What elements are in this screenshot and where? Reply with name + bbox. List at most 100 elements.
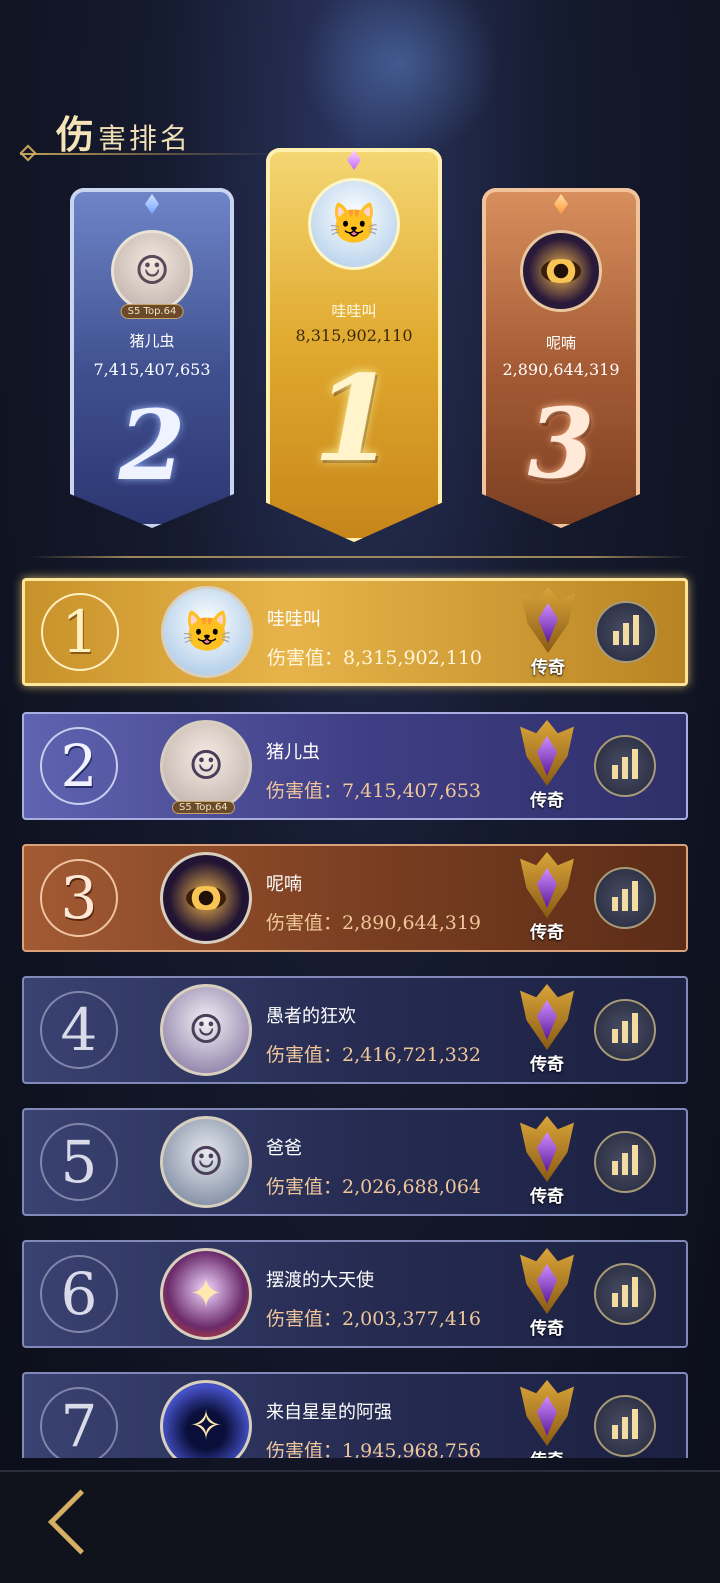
bar-chart-icon bbox=[612, 1029, 618, 1043]
bar-chart-icon-bar bbox=[632, 881, 638, 911]
avatar[interactable]: 😺 bbox=[161, 586, 253, 678]
bar-chart-icon-bar bbox=[632, 749, 638, 779]
bar-chart-icon bbox=[612, 897, 618, 911]
rank-number: 7 bbox=[40, 1387, 118, 1458]
bar-chart-icon-bar bbox=[632, 1409, 638, 1439]
girl-avatar-icon: ☺ bbox=[188, 743, 224, 789]
damage-value: 伤害值：2,003,377,416 bbox=[266, 1304, 481, 1331]
damage-value: 伤害值：2,890,644,319 bbox=[266, 908, 481, 935]
player-name: 愚者的狂欢 bbox=[266, 1006, 356, 1027]
legend-badge: 传奇 bbox=[516, 852, 578, 948]
legend-badge: 传奇 bbox=[516, 1116, 578, 1212]
season-tag: S5 Top.64 bbox=[172, 801, 235, 814]
player-name: 哇哇叫 bbox=[267, 609, 321, 630]
stats-button[interactable] bbox=[594, 999, 656, 1061]
avatar[interactable]: ✦ bbox=[160, 1248, 252, 1340]
list-item[interactable]: 5 ☺ 爸爸 伤害值：2,026,688,064 传奇 bbox=[22, 1108, 688, 1216]
player-name: 来自星星的阿强 bbox=[266, 1402, 392, 1423]
legend-emblem-icon bbox=[520, 984, 574, 1050]
bar-chart-icon-bar bbox=[623, 623, 629, 645]
damage-number: 8,315,902,110 bbox=[343, 647, 483, 669]
bar-chart-icon-bar bbox=[622, 757, 628, 779]
stats-button[interactable] bbox=[594, 867, 656, 929]
rank-number: 3 bbox=[40, 859, 118, 937]
silver-hair-avatar-icon: ☺ bbox=[188, 1007, 224, 1053]
list-item[interactable]: 7 ✧ 来自星星的阿强 伤害值：1,945,968,756 传奇 bbox=[22, 1372, 688, 1458]
damage-value: 伤害值：8,315,902,110 bbox=[267, 643, 482, 670]
legend-emblem-icon bbox=[520, 1380, 574, 1446]
damage-number: 2,890,644,319 bbox=[342, 912, 482, 934]
damage-number: 7,415,407,653 bbox=[342, 780, 482, 802]
avatar[interactable]: ✧ bbox=[160, 1380, 252, 1458]
avatar[interactable]: ☺ bbox=[160, 1116, 252, 1208]
stats-button[interactable] bbox=[595, 601, 657, 663]
hooded-avatar-icon: ✧ bbox=[189, 1403, 223, 1449]
white-hair-man-avatar-icon: ☺ bbox=[188, 1139, 224, 1185]
rank-number: 1 bbox=[41, 593, 119, 671]
bar-chart-icon bbox=[612, 1161, 618, 1175]
bar-chart-icon bbox=[613, 631, 619, 645]
legend-emblem-icon bbox=[520, 1248, 574, 1314]
damage-value: 伤害值：7,415,407,653 bbox=[266, 776, 481, 803]
list-item[interactable]: 2 ☺ S5 Top.64 猪儿虫 伤害值：7,415,407,653 传奇 bbox=[22, 712, 688, 820]
avatar[interactable]: ☺ bbox=[160, 984, 252, 1076]
bar-chart-icon-bar bbox=[632, 1013, 638, 1043]
eye-avatar-icon bbox=[186, 886, 226, 910]
damage-number: 2,026,688,064 bbox=[342, 1176, 482, 1198]
bar-chart-icon-bar bbox=[622, 1021, 628, 1043]
damage-label: 伤害值： bbox=[266, 1440, 343, 1458]
cat-avatar-icon: 😺 bbox=[182, 609, 232, 655]
legend-badge: 传奇 bbox=[516, 720, 578, 816]
badge-label: 传奇 bbox=[531, 658, 565, 678]
ranking-list[interactable]: 1 😺 哇哇叫 伤害值：8,315,902,110 传奇 2 ☺ S5 Top.… bbox=[0, 0, 720, 1458]
back-button[interactable] bbox=[40, 1489, 114, 1555]
damage-label: 伤害值： bbox=[266, 1308, 343, 1330]
damage-label: 伤害值： bbox=[267, 647, 344, 669]
stats-button[interactable] bbox=[594, 735, 656, 797]
rank-number: 2 bbox=[40, 727, 118, 805]
damage-label: 伤害值： bbox=[266, 1176, 343, 1198]
player-name: 摆渡的大天使 bbox=[266, 1270, 374, 1291]
stats-button[interactable] bbox=[594, 1395, 656, 1457]
player-name: 爸爸 bbox=[266, 1138, 302, 1159]
legend-badge: 传奇 bbox=[517, 587, 579, 683]
legend-badge: 传奇 bbox=[516, 984, 578, 1080]
legend-emblem-icon bbox=[521, 587, 575, 653]
badge-label: 传奇 bbox=[530, 791, 564, 811]
badge-label: 传奇 bbox=[530, 1187, 564, 1207]
damage-value: 伤害值：1,945,968,756 bbox=[266, 1436, 481, 1458]
legend-badge: 传奇 bbox=[516, 1380, 578, 1458]
badge-label: 传奇 bbox=[516, 1446, 578, 1458]
avatar[interactable]: ☺ bbox=[160, 720, 252, 812]
legend-emblem-icon bbox=[520, 852, 574, 918]
player-name: 呢喃 bbox=[266, 874, 302, 895]
bar-chart-icon-bar bbox=[632, 1277, 638, 1307]
list-item[interactable]: 1 😺 哇哇叫 伤害值：8,315,902,110 传奇 bbox=[22, 578, 688, 686]
damage-label: 伤害值： bbox=[266, 780, 343, 802]
avatar[interactable] bbox=[160, 852, 252, 944]
badge-label: 传奇 bbox=[530, 1319, 564, 1339]
player-name: 猪儿虫 bbox=[266, 742, 320, 763]
stats-button[interactable] bbox=[594, 1263, 656, 1325]
damage-value: 伤害值：2,026,688,064 bbox=[266, 1172, 481, 1199]
list-item[interactable]: 3 呢喃 伤害值：2,890,644,319 传奇 bbox=[22, 844, 688, 952]
list-item[interactable]: 6 ✦ 摆渡的大天使 伤害值：2,003,377,416 传奇 bbox=[22, 1240, 688, 1348]
bar-chart-icon bbox=[612, 1293, 618, 1307]
bar-chart-icon-bar bbox=[622, 1417, 628, 1439]
bar-chart-icon-bar bbox=[622, 1153, 628, 1175]
archangel-avatar-icon: ✦ bbox=[189, 1271, 223, 1317]
damage-number: 1,945,968,756 bbox=[342, 1440, 482, 1458]
damage-label: 伤害值： bbox=[266, 1044, 343, 1066]
rank-number: 5 bbox=[40, 1123, 118, 1201]
rank-number: 4 bbox=[40, 991, 118, 1069]
damage-value: 伤害值：2,416,721,332 bbox=[266, 1040, 481, 1067]
bar-chart-icon bbox=[612, 1425, 618, 1439]
legend-emblem-icon bbox=[520, 720, 574, 786]
badge-label: 传奇 bbox=[530, 923, 564, 943]
legend-emblem-icon bbox=[520, 1116, 574, 1182]
bar-chart-icon-bar bbox=[622, 889, 628, 911]
list-item[interactable]: 4 ☺ 愚者的狂欢 伤害值：2,416,721,332 传奇 bbox=[22, 976, 688, 1084]
damage-number: 2,416,721,332 bbox=[342, 1044, 482, 1066]
rank-number: 6 bbox=[40, 1255, 118, 1333]
stats-button[interactable] bbox=[594, 1131, 656, 1193]
